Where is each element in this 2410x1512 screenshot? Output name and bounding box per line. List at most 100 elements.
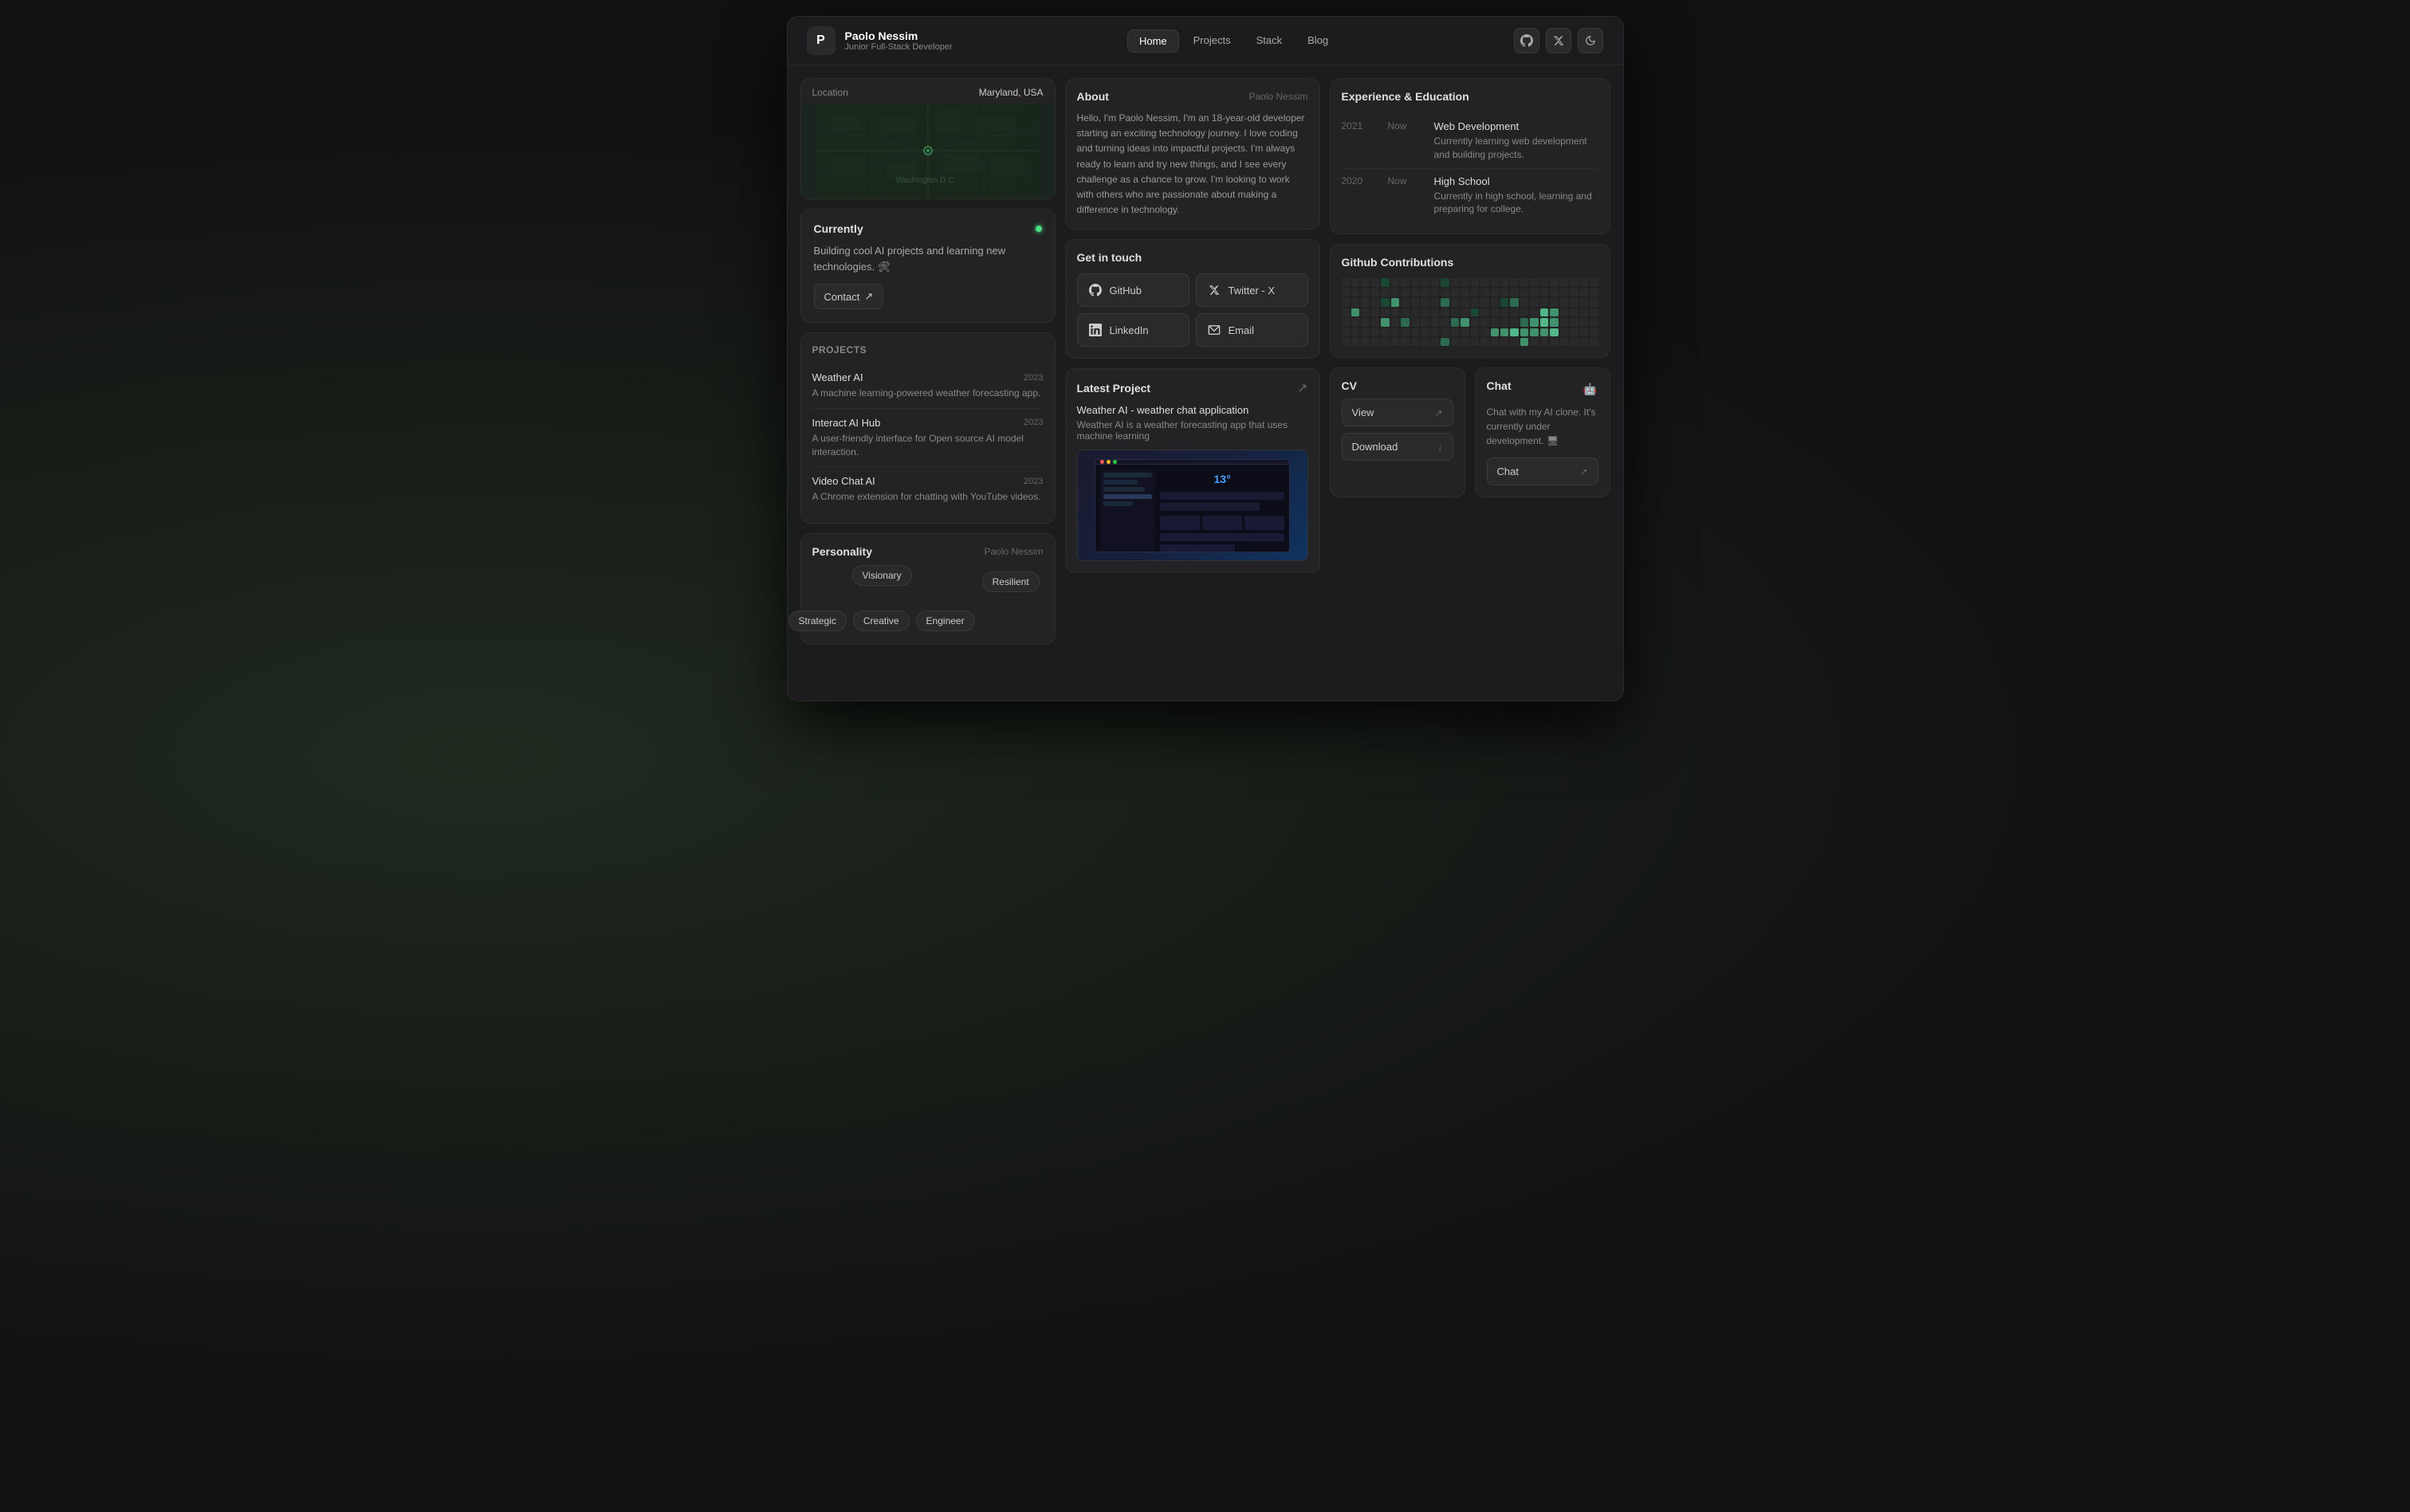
contrib-cell: [1431, 289, 1439, 297]
tag-visionary: Visionary: [852, 565, 912, 586]
contrib-cell: [1361, 289, 1369, 297]
contrib-cell: [1361, 298, 1369, 306]
email-icon: [1206, 322, 1222, 338]
nav-blog[interactable]: Blog: [1296, 29, 1339, 53]
nav-stack[interactable]: Stack: [1245, 29, 1294, 53]
contrib-cell: [1342, 298, 1350, 306]
theme-toggle-button[interactable]: [1578, 28, 1603, 53]
contrib-cell: [1580, 298, 1588, 306]
project-screenshot: 13°: [1077, 450, 1308, 561]
github-contact-link[interactable]: GitHub: [1077, 273, 1189, 307]
header-identity: Paolo Nessim Junior Full-Stack Developer: [845, 29, 953, 52]
contrib-cell: [1471, 318, 1479, 326]
exp-end: Now: [1388, 120, 1428, 132]
exp-item-highschool: 2020 Now High School Currently in high s…: [1342, 169, 1598, 223]
personality-title: Personality: [812, 545, 872, 558]
personality-card: Personality Paolo Nessim Visionary Resil…: [800, 533, 1056, 645]
contrib-cell: [1550, 318, 1558, 326]
cv-view-button[interactable]: View ↗: [1342, 399, 1453, 426]
contrib-cell: [1500, 298, 1508, 306]
twitter-link-button[interactable]: [1546, 28, 1571, 53]
contrib-cell: [1550, 328, 1558, 336]
contrib-cell: [1421, 338, 1429, 346]
exp-end: Now: [1388, 175, 1428, 187]
contrib-cell: [1351, 318, 1359, 326]
currently-title: Currently: [814, 222, 863, 235]
exp-details: Web Development Currently learning web d…: [1434, 120, 1598, 162]
location-label: Location: [812, 87, 848, 98]
contrib-cell: [1342, 308, 1350, 316]
contrib-cell: [1540, 289, 1548, 297]
twitter-link-label: Twitter - X: [1229, 285, 1276, 297]
project-name: Video Chat AI: [812, 475, 875, 487]
project-item-weather-ai[interactable]: Weather AI 2023 A machine learning-power…: [812, 363, 1044, 409]
contrib-cell: [1560, 289, 1568, 297]
contrib-cell: [1451, 298, 1459, 306]
main-nav: Home Projects Stack Blog: [1127, 29, 1339, 53]
contrib-cell: [1351, 328, 1359, 336]
cv-download-button[interactable]: Download ↓: [1342, 433, 1453, 461]
email-link-label: Email: [1229, 324, 1255, 336]
contrib-cell: [1391, 328, 1399, 336]
contact-button[interactable]: Contact ↗: [814, 284, 884, 309]
contrib-cell: [1461, 308, 1468, 316]
nav-projects[interactable]: Projects: [1182, 29, 1242, 53]
contrib-cell: [1441, 308, 1449, 316]
maximize-dot: [1113, 460, 1117, 464]
location-header: Location Maryland, USA: [801, 79, 1055, 103]
contrib-cell: [1570, 278, 1578, 286]
chat-button[interactable]: Chat ↗: [1487, 458, 1598, 485]
contrib-cell: [1500, 328, 1508, 336]
contrib-cell: [1361, 278, 1369, 286]
contrib-cell: [1510, 338, 1518, 346]
currently-text: Building cool AI projects and learning n…: [814, 243, 1042, 274]
contrib-cell: [1530, 338, 1538, 346]
contrib-cell: [1550, 289, 1558, 297]
contrib-cell: [1550, 278, 1558, 286]
about-author: Paolo Nessim: [1248, 91, 1307, 102]
project-item-interact-ai[interactable]: Interact AI Hub 2023 A user-friendly int…: [812, 409, 1044, 468]
contrib-cell: [1411, 318, 1419, 326]
project-year: 2023: [1024, 373, 1043, 383]
contrib-cell: [1351, 289, 1359, 297]
contrib-cell: [1371, 328, 1379, 336]
contrib-cell: [1560, 318, 1568, 326]
contrib-cell: [1560, 298, 1568, 306]
contact-label: Contact: [824, 291, 860, 303]
contrib-cell: [1550, 308, 1558, 316]
contrib-cell: [1371, 338, 1379, 346]
contrib-cell: [1451, 338, 1459, 346]
contrib-cell: [1480, 318, 1488, 326]
contrib-cell: [1471, 289, 1479, 297]
close-dot: [1100, 460, 1104, 464]
contrib-cell: [1391, 298, 1399, 306]
contrib-cell: [1491, 298, 1499, 306]
contrib-grid: [1342, 278, 1598, 346]
contrib-cell: [1510, 278, 1518, 286]
contrib-cell: [1550, 298, 1558, 306]
project-item-video-chat[interactable]: Video Chat AI 2023 A Chrome extension fo…: [812, 467, 1044, 512]
mockup-content: 13°: [1095, 465, 1289, 552]
mockup-main: 13°: [1160, 469, 1284, 552]
contrib-cell: [1421, 328, 1429, 336]
contrib-cell: [1510, 289, 1518, 297]
contrib-cell: [1461, 338, 1468, 346]
contrib-cell: [1461, 318, 1468, 326]
contrib-cell: [1411, 278, 1419, 286]
contrib-cell: [1590, 338, 1598, 346]
nav-home[interactable]: Home: [1127, 29, 1179, 53]
contrib-cell: [1550, 338, 1558, 346]
contrib-cell: [1401, 328, 1409, 336]
github-link-button[interactable]: [1514, 28, 1539, 53]
twitter-contact-link[interactable]: Twitter - X: [1196, 273, 1308, 307]
contrib-cell: [1431, 318, 1439, 326]
contrib-cell: [1381, 298, 1389, 306]
contrib-cell: [1510, 328, 1518, 336]
email-contact-link[interactable]: Email: [1196, 313, 1308, 347]
exp-desc: Currently in high school, learning and p…: [1434, 190, 1598, 217]
exp-item-webdev: 2021 Now Web Development Currently learn…: [1342, 114, 1598, 169]
linkedin-contact-link[interactable]: LinkedIn: [1077, 313, 1189, 347]
right-column: Experience & Education 2021 Now Web Deve…: [1330, 78, 1610, 645]
external-link-icon[interactable]: ↗: [1297, 380, 1307, 396]
contrib-cell: [1391, 318, 1399, 326]
